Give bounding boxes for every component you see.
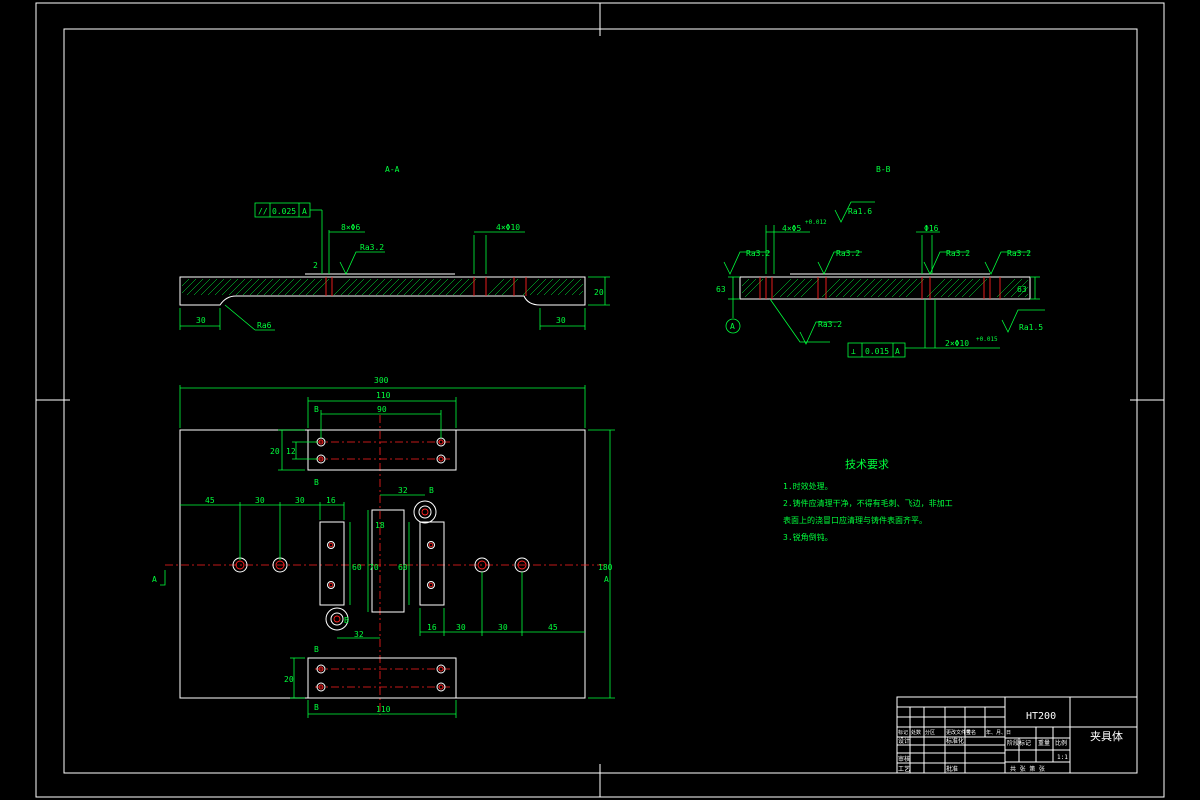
plan-mark-a-right: A: [604, 575, 609, 584]
plan-top-90: 90: [377, 405, 387, 414]
tech-item-3: 表面上的浇冒口应清理与铸件表面齐平。: [783, 515, 927, 525]
tb-scale: 1:1: [1057, 754, 1068, 761]
a-roughness-2: Ra6: [257, 321, 272, 330]
tb-label-sign: 签名: [966, 729, 976, 736]
b-datum: A: [730, 322, 735, 331]
plan-mark-b-4: B: [314, 703, 319, 712]
plan-mark-b-6: B: [344, 616, 349, 625]
tb-sheets: 共 张 第 张: [1010, 765, 1045, 773]
plan-right-45: 45: [548, 623, 558, 632]
tech-item-4: 3.锐角倒钝。: [783, 532, 833, 542]
plan-view: 300 110 90 B B 20 12 110 20 B B 45 30 30…: [152, 376, 615, 718]
tech-title: 技术要求: [845, 458, 889, 471]
b-holes-4: 4×Φ5: [782, 224, 801, 233]
plan-dim-32-top: 32: [398, 486, 408, 495]
tb-label-date: 年、月、日: [986, 729, 1011, 736]
tb-label-mark: 标记: [898, 729, 908, 736]
section-a-label: A-A: [385, 165, 400, 174]
b-roughness-top: Ra1.6: [848, 207, 872, 216]
plan-width: 300: [374, 376, 389, 385]
plan-left-16: 16: [326, 496, 336, 505]
b-dia-16: Φ16: [924, 224, 939, 233]
b-perp-datum: A: [895, 347, 900, 356]
a-parallel-datum: A: [302, 207, 307, 216]
sheet-frame: [35, 2, 1165, 798]
tb-weight: 重量: [1038, 739, 1050, 747]
b-perp-value: 0.015: [865, 347, 889, 356]
plan-dim-32-bottom: 32: [354, 630, 364, 639]
technical-requirements: 技术要求 1.时效处理。 2.铸件应清理干净，不得有毛刺、飞边，非加工 表面上的…: [783, 458, 953, 542]
plan-mark-b-3: B: [314, 645, 319, 654]
tb-label-count: 处数: [911, 729, 921, 736]
b-perp-symbol: ⊥: [851, 347, 856, 356]
tb-approve: 批准: [946, 765, 958, 773]
plan-left-45: 45: [205, 496, 215, 505]
tb-craft: 工艺: [898, 765, 910, 773]
section-b-label: B-B: [876, 165, 891, 174]
plan-right-30a: 30: [456, 623, 466, 632]
tb-design: 设计: [898, 737, 910, 745]
b-tol-2: +0.015: [976, 336, 998, 343]
b-roughness-right-a: Ra3.2: [946, 249, 970, 258]
plan-bottom-110: 110: [376, 705, 391, 714]
plan-mark-b-5: B: [429, 486, 434, 495]
b-roughness-mid: Ra3.2: [836, 249, 860, 258]
plan-right-16: 16: [427, 623, 437, 632]
a-holes-right: 4×Φ10: [496, 223, 520, 232]
tb-ratio: 比例: [1055, 739, 1067, 747]
tb-audit: 审核: [898, 755, 910, 763]
engineering-drawing: A-A 30 30 20 Ra6 // 0.025 A 8×Φ6 Ra3.2 2…: [35, 2, 1165, 798]
b-roughness-bottom: Ra1.5: [1019, 323, 1043, 332]
tech-item-2: 2.铸件应清理干净，不得有毛刺、飞边，非加工: [783, 498, 953, 508]
section-a-a: A-A 30 30 20 Ra6 // 0.025 A 8×Φ6 Ra3.2 2…: [179, 165, 610, 331]
tb-stage: 阶段标记: [1007, 739, 1031, 747]
a-parallel-symbol: //: [258, 207, 268, 216]
a-holes-left: 8×Φ6: [341, 223, 360, 232]
a-roughness: Ra3.2: [360, 243, 384, 252]
plan-mark-b-1: B: [314, 405, 319, 414]
a-dim-right: 30: [556, 316, 566, 325]
plan-mid-18: 18: [375, 521, 385, 530]
b-dim-left-h: 63: [716, 285, 726, 294]
tb-material: HT200: [1026, 711, 1056, 722]
tb-label-zone: 分区: [925, 729, 935, 736]
tb-standard: 标准化: [946, 737, 964, 745]
plan-top-110: 110: [376, 391, 391, 400]
plan-left-30b: 30: [295, 496, 305, 505]
plan-mark-a-left: A: [152, 575, 157, 584]
plan-top-12: 12: [286, 447, 296, 456]
b-tol-4: +0.012: [805, 219, 827, 226]
b-roughness-left: Ra3.2: [746, 249, 770, 258]
b-dim-right-h: 63: [1017, 285, 1027, 294]
plan-mark-b-2: B: [314, 478, 319, 487]
plan-mid-60b: 60: [398, 563, 408, 572]
plan-height: 180: [598, 563, 613, 572]
plan-left-30a: 30: [255, 496, 265, 505]
a-dim-height: 20: [594, 288, 604, 297]
a-parallel-value: 0.025: [272, 207, 296, 216]
a-small-dim: 2: [313, 261, 318, 270]
plan-mid-70: 70: [369, 563, 379, 572]
plan-bottom-20: 20: [284, 675, 294, 684]
a-dim-left: 30: [196, 316, 206, 325]
section-b-b: B-B 63 63 A 4×Φ5 +0.012 Ra1.6 Ra3.2 Ra3.…: [716, 165, 1045, 358]
plan-top-20: 20: [270, 447, 280, 456]
tb-part-name: 夹具体: [1090, 729, 1123, 743]
b-holes-2: 2×Φ10: [945, 339, 969, 348]
plan-right-30b: 30: [498, 623, 508, 632]
plan-mid-60a: 60: [352, 563, 362, 572]
b-roughness-right-b: Ra3.2: [1007, 249, 1031, 258]
tech-item-1: 1.时效处理。: [783, 481, 833, 491]
b-roughness-lower-left: Ra3.2: [818, 320, 842, 329]
title-block: 标记 处数 分区 更改文件号 签名 年、月、日 设计 标准化 审核 工艺 批准 …: [896, 696, 1138, 774]
